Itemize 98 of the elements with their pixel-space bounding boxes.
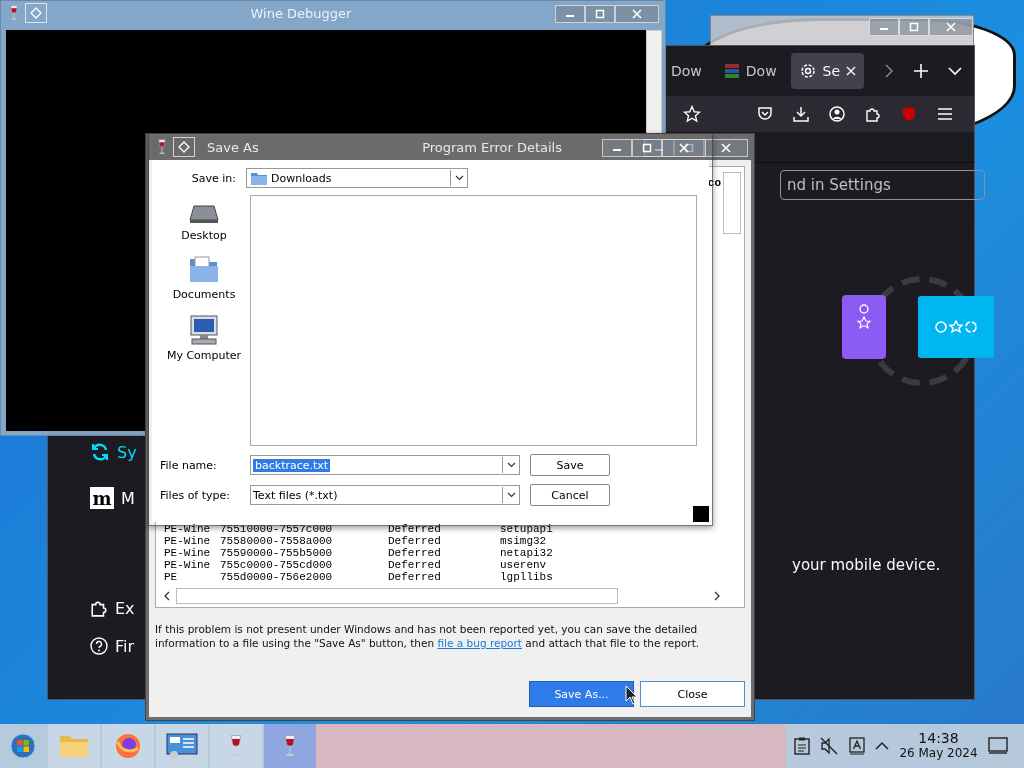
folder-icon (59, 734, 89, 758)
bug-report-link[interactable]: file a bug report (437, 637, 522, 649)
folder-icon (251, 171, 267, 185)
clock[interactable]: 14:38 26 May 2024 (899, 731, 978, 761)
scrollbar[interactable] (176, 588, 618, 604)
window-menu-icon[interactable] (25, 3, 47, 23)
close-button[interactable] (615, 5, 659, 23)
module-line: PE-Wine 755c0000-755cd000 Deferred userenv (164, 559, 548, 571)
dialog-button[interactable]: Cancel (530, 484, 610, 506)
help-icon (90, 637, 108, 655)
sidebar-item[interactable]: Sy (117, 442, 137, 462)
keyboard-layout-icon[interactable] (848, 737, 865, 755)
window-title: Wine Debugger (249, 5, 353, 21)
dialog-button[interactable]: Save As... (529, 681, 634, 707)
menu-icon[interactable] (937, 107, 953, 121)
field-label: Files of type: (159, 488, 231, 502)
chevron-up-icon[interactable] (875, 741, 890, 751)
mouse-cursor-icon (625, 685, 637, 705)
puzzle-icon[interactable] (865, 106, 881, 122)
close-tab-icon[interactable] (846, 66, 857, 76)
chevron-right-icon[interactable] (884, 64, 895, 78)
account-icon[interactable] (829, 106, 845, 122)
maximize-icon (684, 143, 694, 153)
browser-tab[interactable]: Se (790, 53, 865, 89)
close-icon (721, 143, 731, 153)
monitor-icon (166, 733, 198, 759)
maximize-button[interactable] (585, 5, 615, 23)
firefox-icon (114, 732, 142, 760)
place-shortcut[interactable]: My Computer (166, 349, 242, 362)
windows-logo-icon (10, 733, 36, 759)
module-line: PE 755d0000-756e2000 Deferred lgpllibs (164, 571, 554, 583)
window-title: Program Error Details (422, 139, 562, 155)
file-name-field[interactable]: backtrace.txt (250, 455, 520, 475)
documents-folder-icon (189, 256, 219, 284)
close-button[interactable] (662, 139, 706, 157)
sidebar-item[interactable]: Ex (115, 598, 135, 618)
resize-grip[interactable] (693, 506, 709, 522)
wine-glass-icon (283, 733, 297, 759)
close-button[interactable] (929, 18, 973, 36)
show-desktop-icon[interactable] (987, 737, 1008, 755)
chevron-down-icon[interactable] (948, 66, 963, 76)
archive-icon (723, 63, 740, 79)
wine-glass-icon (229, 733, 243, 759)
caret-icon (454, 175, 464, 181)
caret-icon (506, 492, 516, 498)
sync-icon (90, 442, 110, 462)
field-label: File name: (159, 458, 218, 472)
muted-speaker-icon[interactable] (820, 737, 839, 755)
puzzle-icon (90, 599, 108, 617)
scrollbar[interactable] (723, 172, 741, 234)
file-type-dropdown[interactable]: Text files (*.txt) (250, 485, 520, 505)
mozilla-logo: m (90, 487, 114, 509)
close-icon (946, 22, 956, 32)
module-line: PE-Wine 75590000-755b5000 Deferred netapi32 (164, 547, 554, 559)
body-text: your mobile device. (792, 556, 941, 574)
desktop-icon (189, 203, 219, 225)
taskbar-app-button[interactable] (156, 724, 208, 768)
folder-dropdown[interactable]: Downloads (246, 168, 468, 188)
bookmark-star-icon[interactable] (683, 105, 701, 123)
computer-icon (189, 315, 219, 345)
pocket-icon[interactable] (757, 106, 773, 122)
maximize-icon (595, 9, 605, 19)
minimize-button[interactable] (555, 5, 585, 23)
sidebar-item[interactable]: Fir (115, 636, 135, 656)
window-menu-icon[interactable] (173, 137, 195, 157)
clipboard-icon[interactable] (794, 737, 810, 755)
taskbar-app-button[interactable] (102, 724, 154, 768)
sidebar-item[interactable]: M (121, 488, 135, 508)
wine-glass-icon (157, 139, 167, 155)
date-text: 26 May 2024 (899, 746, 978, 761)
browser-tab[interactable]: Dow (715, 53, 785, 89)
close-icon (632, 9, 642, 19)
info-paragraph: If this problem is not present under Windows and has not been reported yet, you can save the detailed information to a file using the "Save As" button, then file a bug report and attach that file to the report. (155, 622, 701, 650)
minimize-button[interactable] (602, 139, 632, 157)
close-icon (679, 143, 689, 153)
module-line: PE-Wine 75510000-7557c000 Deferred setupapi (164, 523, 554, 535)
shield-icon[interactable] (901, 106, 917, 122)
dialog-button[interactable]: Close (640, 681, 745, 707)
browser-tab[interactable]: Dow (663, 53, 710, 89)
settings-icon (798, 62, 817, 80)
caret-icon (506, 462, 516, 468)
download-icon[interactable] (793, 106, 809, 122)
place-shortcut[interactable]: Desktop (181, 229, 227, 242)
dialog-title: Save As (207, 139, 259, 155)
new-tab-icon[interactable] (914, 64, 929, 78)
maximize-icon (642, 143, 652, 153)
close-button[interactable] (704, 139, 748, 157)
field-label: Save in: (190, 171, 236, 185)
maximize-button[interactable] (899, 18, 929, 36)
maximize-icon (909, 22, 919, 32)
dialog-button[interactable]: Save (530, 454, 610, 476)
maximize-button[interactable] (632, 139, 662, 157)
place-shortcut[interactable]: Documents (172, 288, 236, 301)
search-field[interactable]: nd in Settings (780, 170, 985, 200)
minimize-button[interactable] (869, 18, 899, 36)
time-text: 14:38 (918, 731, 959, 746)
module-line: PE-Wine 75580000-7558a000 Deferred msimg32 (164, 535, 548, 547)
wine-glass-icon (9, 5, 19, 21)
